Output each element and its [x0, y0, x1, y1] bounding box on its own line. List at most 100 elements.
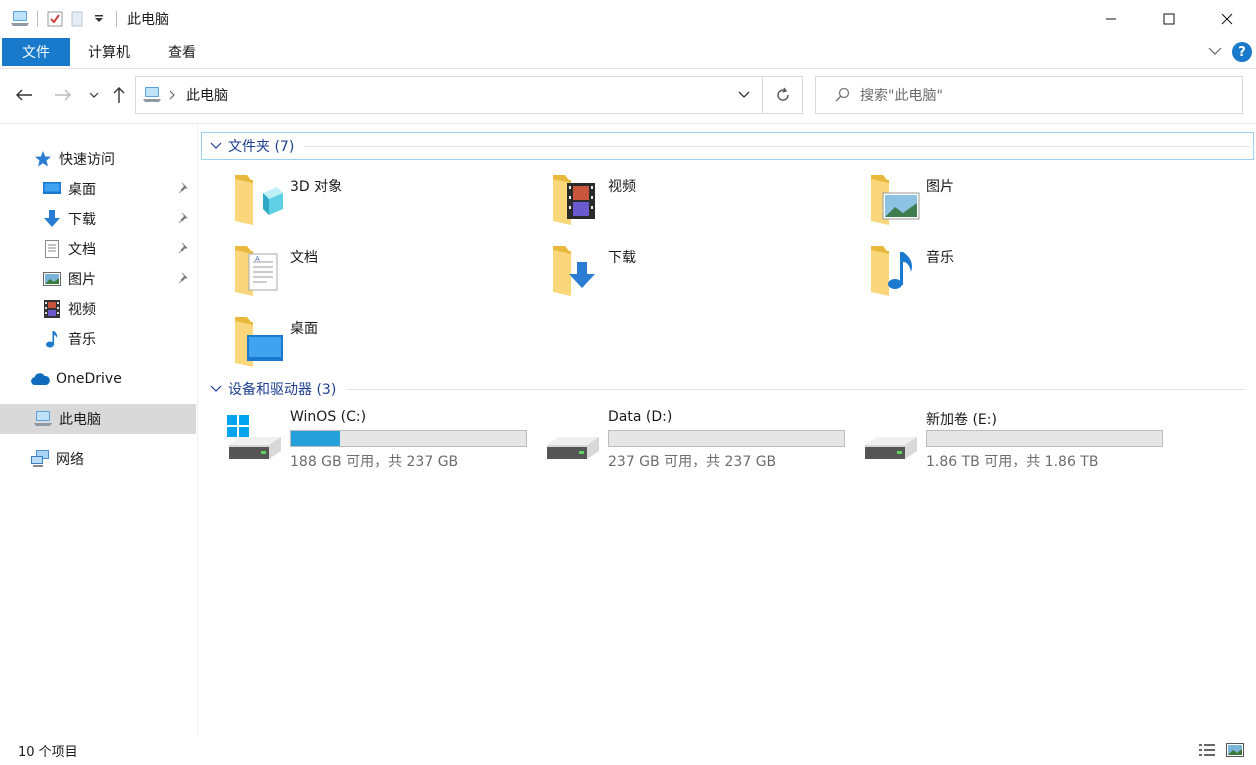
arrow-left-icon — [16, 89, 32, 101]
recent-locations-button[interactable] — [82, 83, 106, 107]
sidebar-item-downloads[interactable]: 下载 — [0, 204, 196, 234]
drive-name: WinOS (C:) — [290, 409, 367, 425]
arrow-up-icon — [113, 87, 125, 103]
sidebar-item-label: 下载 — [68, 212, 96, 228]
minimize-icon[interactable] — [1082, 0, 1140, 38]
navigation-bar: 此电脑 搜索"此电脑" — [0, 70, 1256, 120]
drive-c[interactable]: WinOS (C:) 188 GB 可用，共 237 GB — [227, 409, 532, 470]
drive-free-space: 188 GB 可用，共 237 GB — [290, 454, 459, 470]
sidebar-item-this-pc[interactable]: 此电脑 — [0, 404, 196, 434]
item-count: 10 个项目 — [18, 745, 78, 760]
forward-button[interactable] — [51, 83, 75, 107]
music-icon — [42, 329, 62, 349]
pin-icon[interactable] — [178, 272, 190, 288]
breadcrumb[interactable]: 此电脑 — [186, 85, 228, 105]
refresh-icon — [776, 87, 789, 101]
group-divider — [304, 145, 1250, 147]
search-icon — [834, 87, 850, 103]
drive-e[interactable]: 新加卷 (E:) 1.86 TB 可用，共 1.86 TB — [863, 409, 1168, 470]
computer-icon — [33, 409, 53, 429]
details-view-icon[interactable] — [1198, 742, 1216, 762]
back-button[interactable] — [12, 83, 36, 107]
hard-drive-icon — [545, 415, 601, 461]
drive-usage-bar — [608, 430, 845, 447]
chevron-down-icon — [89, 92, 99, 98]
sidebar-item-desktop[interactable]: 桌面 — [0, 174, 196, 204]
sidebar-item-onedrive[interactable]: OneDrive — [0, 364, 196, 394]
sidebar-item-label: 视频 — [68, 302, 96, 318]
view-switcher — [1198, 742, 1244, 762]
folder-name: 下载 — [608, 250, 636, 266]
pin-icon[interactable] — [178, 182, 190, 198]
downloads-folder-icon — [551, 242, 603, 298]
pictures-folder-icon — [869, 171, 921, 227]
folder-name: 桌面 — [290, 321, 318, 337]
sidebar-item-label: 文档 — [68, 242, 96, 258]
sidebar-item-label: 网络 — [56, 452, 84, 468]
computer-icon[interactable] — [9, 8, 31, 30]
videos-folder-icon — [551, 171, 603, 227]
folder-name: 音乐 — [926, 250, 954, 266]
drive-d[interactable]: Data (D:) 237 GB 可用，共 237 GB — [545, 409, 850, 470]
group-title: 文件夹 (7) — [228, 139, 295, 155]
toolbar-separator — [116, 11, 117, 27]
address-dropdown-icon[interactable] — [738, 91, 750, 99]
ribbon-right-controls: ? — [1208, 42, 1252, 62]
sidebar-item-quick-access[interactable]: 快速访问 — [0, 144, 196, 174]
folder-name: 文档 — [290, 250, 318, 266]
drive-free-space: 1.86 TB 可用，共 1.86 TB — [926, 454, 1099, 470]
expand-ribbon-icon[interactable] — [1208, 44, 1222, 60]
tab-computer[interactable]: 计算机 — [88, 38, 130, 66]
sidebar-item-pictures[interactable]: 图片 — [0, 264, 196, 294]
group-divider — [346, 388, 1246, 390]
picture-icon — [42, 269, 62, 289]
sidebar-item-videos[interactable]: 视频 — [0, 294, 196, 324]
folder-desktop[interactable]: 桌面 — [233, 313, 533, 377]
folders-group-header[interactable]: 文件夹 (7) — [210, 136, 1250, 156]
sidebar-item-label: 桌面 — [68, 182, 96, 198]
folder-music[interactable]: 音乐 — [869, 242, 1169, 306]
sidebar-item-documents[interactable]: 文档 — [0, 234, 196, 264]
search-placeholder: 搜索"此电脑" — [860, 88, 943, 104]
chevron-down-icon — [210, 385, 222, 392]
up-button[interactable] — [107, 83, 131, 107]
tab-file[interactable]: 文件 — [2, 38, 70, 66]
sidebar-item-label: 此电脑 — [59, 412, 101, 428]
documents-folder-icon: A — [233, 242, 285, 298]
customize-toolbar-icon[interactable] — [88, 8, 110, 30]
sidebar-item-label: 图片 — [68, 272, 96, 288]
folder-name: 图片 — [926, 179, 954, 195]
pin-icon[interactable] — [178, 242, 190, 258]
close-icon[interactable] — [1198, 0, 1256, 38]
pin-icon[interactable] — [178, 212, 190, 228]
drives-group-header[interactable]: 设备和驱动器 (3) — [210, 379, 1246, 399]
refresh-button[interactable] — [763, 76, 803, 114]
network-icon — [30, 449, 50, 469]
folder-downloads[interactable]: 下载 — [551, 242, 851, 306]
title-bar: 此电脑 — [0, 0, 1256, 38]
ribbon-tabs: 文件 计算机 查看 ? — [0, 38, 1256, 69]
breadcrumb-chevron-icon[interactable] — [168, 90, 176, 100]
quick-access-toolbar — [0, 0, 123, 38]
folder-videos[interactable]: 视频 — [551, 171, 851, 235]
tab-view[interactable]: 查看 — [168, 38, 196, 66]
folder-pictures[interactable]: 图片 — [869, 171, 1169, 235]
address-bar[interactable]: 此电脑 — [135, 76, 763, 114]
sidebar-item-network[interactable]: 网络 — [0, 444, 196, 474]
new-folder-icon[interactable] — [66, 8, 88, 30]
search-input[interactable]: 搜索"此电脑" — [815, 76, 1243, 114]
maximize-icon[interactable] — [1140, 0, 1198, 38]
folder-3d-objects[interactable]: 3D 对象 — [233, 171, 533, 235]
navigation-pane: 快速访问 桌面 下载 文档 图片 视频 音乐 OneDrive 此电脑 网络 — [0, 124, 198, 736]
properties-icon[interactable] — [44, 8, 66, 30]
folder-documents[interactable]: A 文档 — [233, 242, 533, 306]
download-icon — [42, 209, 62, 229]
help-icon[interactable]: ? — [1232, 42, 1252, 62]
computer-icon — [142, 86, 162, 104]
folder-name: 视频 — [608, 179, 636, 195]
large-icons-view-icon[interactable] — [1226, 742, 1244, 762]
folder-name: 3D 对象 — [290, 179, 343, 195]
sidebar-item-music[interactable]: 音乐 — [0, 324, 196, 354]
svg-text:A: A — [255, 255, 260, 263]
drive-free-space: 237 GB 可用，共 237 GB — [608, 454, 777, 470]
